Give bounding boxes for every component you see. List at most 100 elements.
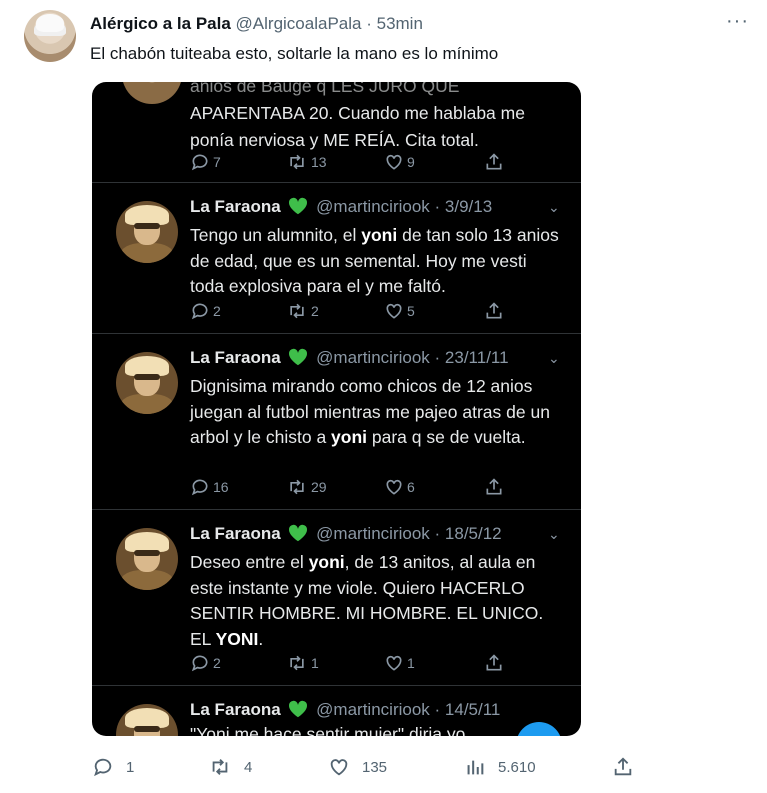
chevron-down-icon: ⌄ [548,526,560,542]
tweet-actions: 1 4 135 5.610 [92,756,652,780]
retweet-action: 13 [286,152,384,172]
tweet-actions: 16 29 6 [190,477,504,497]
more-options-icon[interactable]: ··· [726,10,749,33]
tweet-header: La Faraona @martinciriook · 23/11/11 [190,348,509,368]
text-part: para q se de vuelta. [367,427,526,447]
retweet-action: 1 [286,653,384,673]
text-line: APARENTABA 20. Cuando me hablaba me [190,103,525,123]
embedded-tweet: La Faraona @martinciriook · 23/11/11 ⌄ D… [92,334,581,510]
tweet-text: Dignisima mirando como chicos de 12 anio… [190,374,562,451]
reply-action: 16 [190,477,286,497]
text-part: . [258,628,264,649]
retweet-action: 2 [286,301,384,321]
tweet-actions: 2 2 5 [190,301,504,321]
green-heart-icon [289,197,308,215]
reply-count: 2 [213,303,221,319]
reply-count: 7 [213,154,221,170]
share-action [484,152,504,172]
views-count: 5.610 [498,758,536,776]
share-icon [486,478,502,495]
share-action [484,653,504,673]
heart-icon [386,154,402,170]
like-action: 9 [384,152,484,172]
text-bold: yoni [331,427,368,447]
reply-button[interactable]: 1 [92,756,134,778]
avatar [116,528,178,590]
text-line: ponía nerviosa y ME REÍA. Cita total. [190,130,479,150]
retweet-count: 4 [244,758,253,776]
reply-action: 2 [190,653,286,673]
views-icon [467,760,484,775]
views-button[interactable]: 5.610 [464,756,536,778]
tweet-actions: 2 1 1 [190,653,504,673]
like-count: 9 [407,154,415,170]
like-count: 5 [407,303,415,319]
avatar [116,352,178,414]
author-handle: @martinciriook [316,348,430,367]
reply-icon [191,479,208,496]
reply-count: 1 [126,758,135,776]
heart-icon [386,479,402,495]
author-handle: @martinciriook [316,524,430,543]
reply-count: 2 [213,655,221,671]
embedded-image[interactable]: anios de Bauge q LES JURO QUE APARENTABA… [92,82,581,736]
reply-action: 2 [190,301,286,321]
retweet-icon [212,759,228,775]
chevron-down-icon: ⌄ [548,350,560,366]
tweet-date: · 3/9/13 [434,197,493,216]
author-name: La Faraona [190,700,281,719]
reply-icon [191,303,208,320]
retweet-action: 29 [286,477,384,497]
reply-icon [94,758,112,777]
green-heart-icon [289,348,308,366]
retweet-count: 1 [311,655,319,671]
share-icon [486,302,502,319]
retweet-button[interactable]: 4 [208,756,252,778]
retweet-icon [290,303,304,319]
avatar [122,82,182,104]
author-name: La Faraona [190,524,281,543]
tweet-date: · 14/5/11 [434,700,501,719]
reply-icon [191,154,208,171]
like-button[interactable]: 135 [328,756,387,778]
avatar [116,201,178,263]
retweet-icon [290,655,304,671]
like-action: 5 [384,301,484,321]
text-bold: yoni [361,225,398,245]
like-action: 6 [384,477,484,497]
share-action [484,477,504,497]
tweet-text: "Yoni me hace sentir mujer" diria yo... [190,724,480,736]
text-part: Deseo entre el [190,552,309,572]
text-bold: yoni [308,552,345,572]
retweet-count: 29 [311,479,327,495]
like-count: 6 [407,479,415,495]
author-handle[interactable]: @AlrgicoalaPala [236,14,362,33]
like-action: 1 [384,653,484,673]
retweet-count: 2 [311,303,319,319]
reply-icon [191,655,208,672]
avatar[interactable] [24,10,76,62]
author-handle: @martinciriook [316,700,430,719]
text-part: Tengo un alumnito, el [190,225,362,245]
separator: · [366,14,372,33]
tweet-text: El chabón tuiteaba esto, soltarle la man… [90,44,499,63]
retweet-icon [290,154,304,170]
avatar [116,704,178,736]
author-name[interactable]: Alérgico a la Pala [90,14,231,33]
like-count: 135 [362,758,388,776]
tweet-header: La Faraona @martinciriook · 14/5/11 [190,700,500,720]
heart-icon [386,655,402,671]
timestamp[interactable]: 53min [377,14,423,33]
embedded-tweet: La Faraona @martinciriook · 14/5/11 "Yon… [92,686,581,736]
heart-icon [386,303,402,319]
text-bold: YONI [215,628,259,649]
tweet-text: anios de Bauge q LES JURO QUE APARENTABA… [190,82,560,154]
author-handle: @martinciriook [316,197,430,216]
tweet-header: La Faraona @martinciriook · 3/9/13 [190,197,492,217]
share-icon [486,153,502,170]
share-button[interactable] [612,756,634,778]
text-line: anios de Bauge q LES JURO QUE [190,82,460,96]
green-heart-icon [289,700,308,718]
tweet-text: Tengo un alumnito, el yoni de tan solo 1… [190,223,562,300]
tweet-header: La Faraona @martinciriook · 18/5/12 [190,524,502,544]
